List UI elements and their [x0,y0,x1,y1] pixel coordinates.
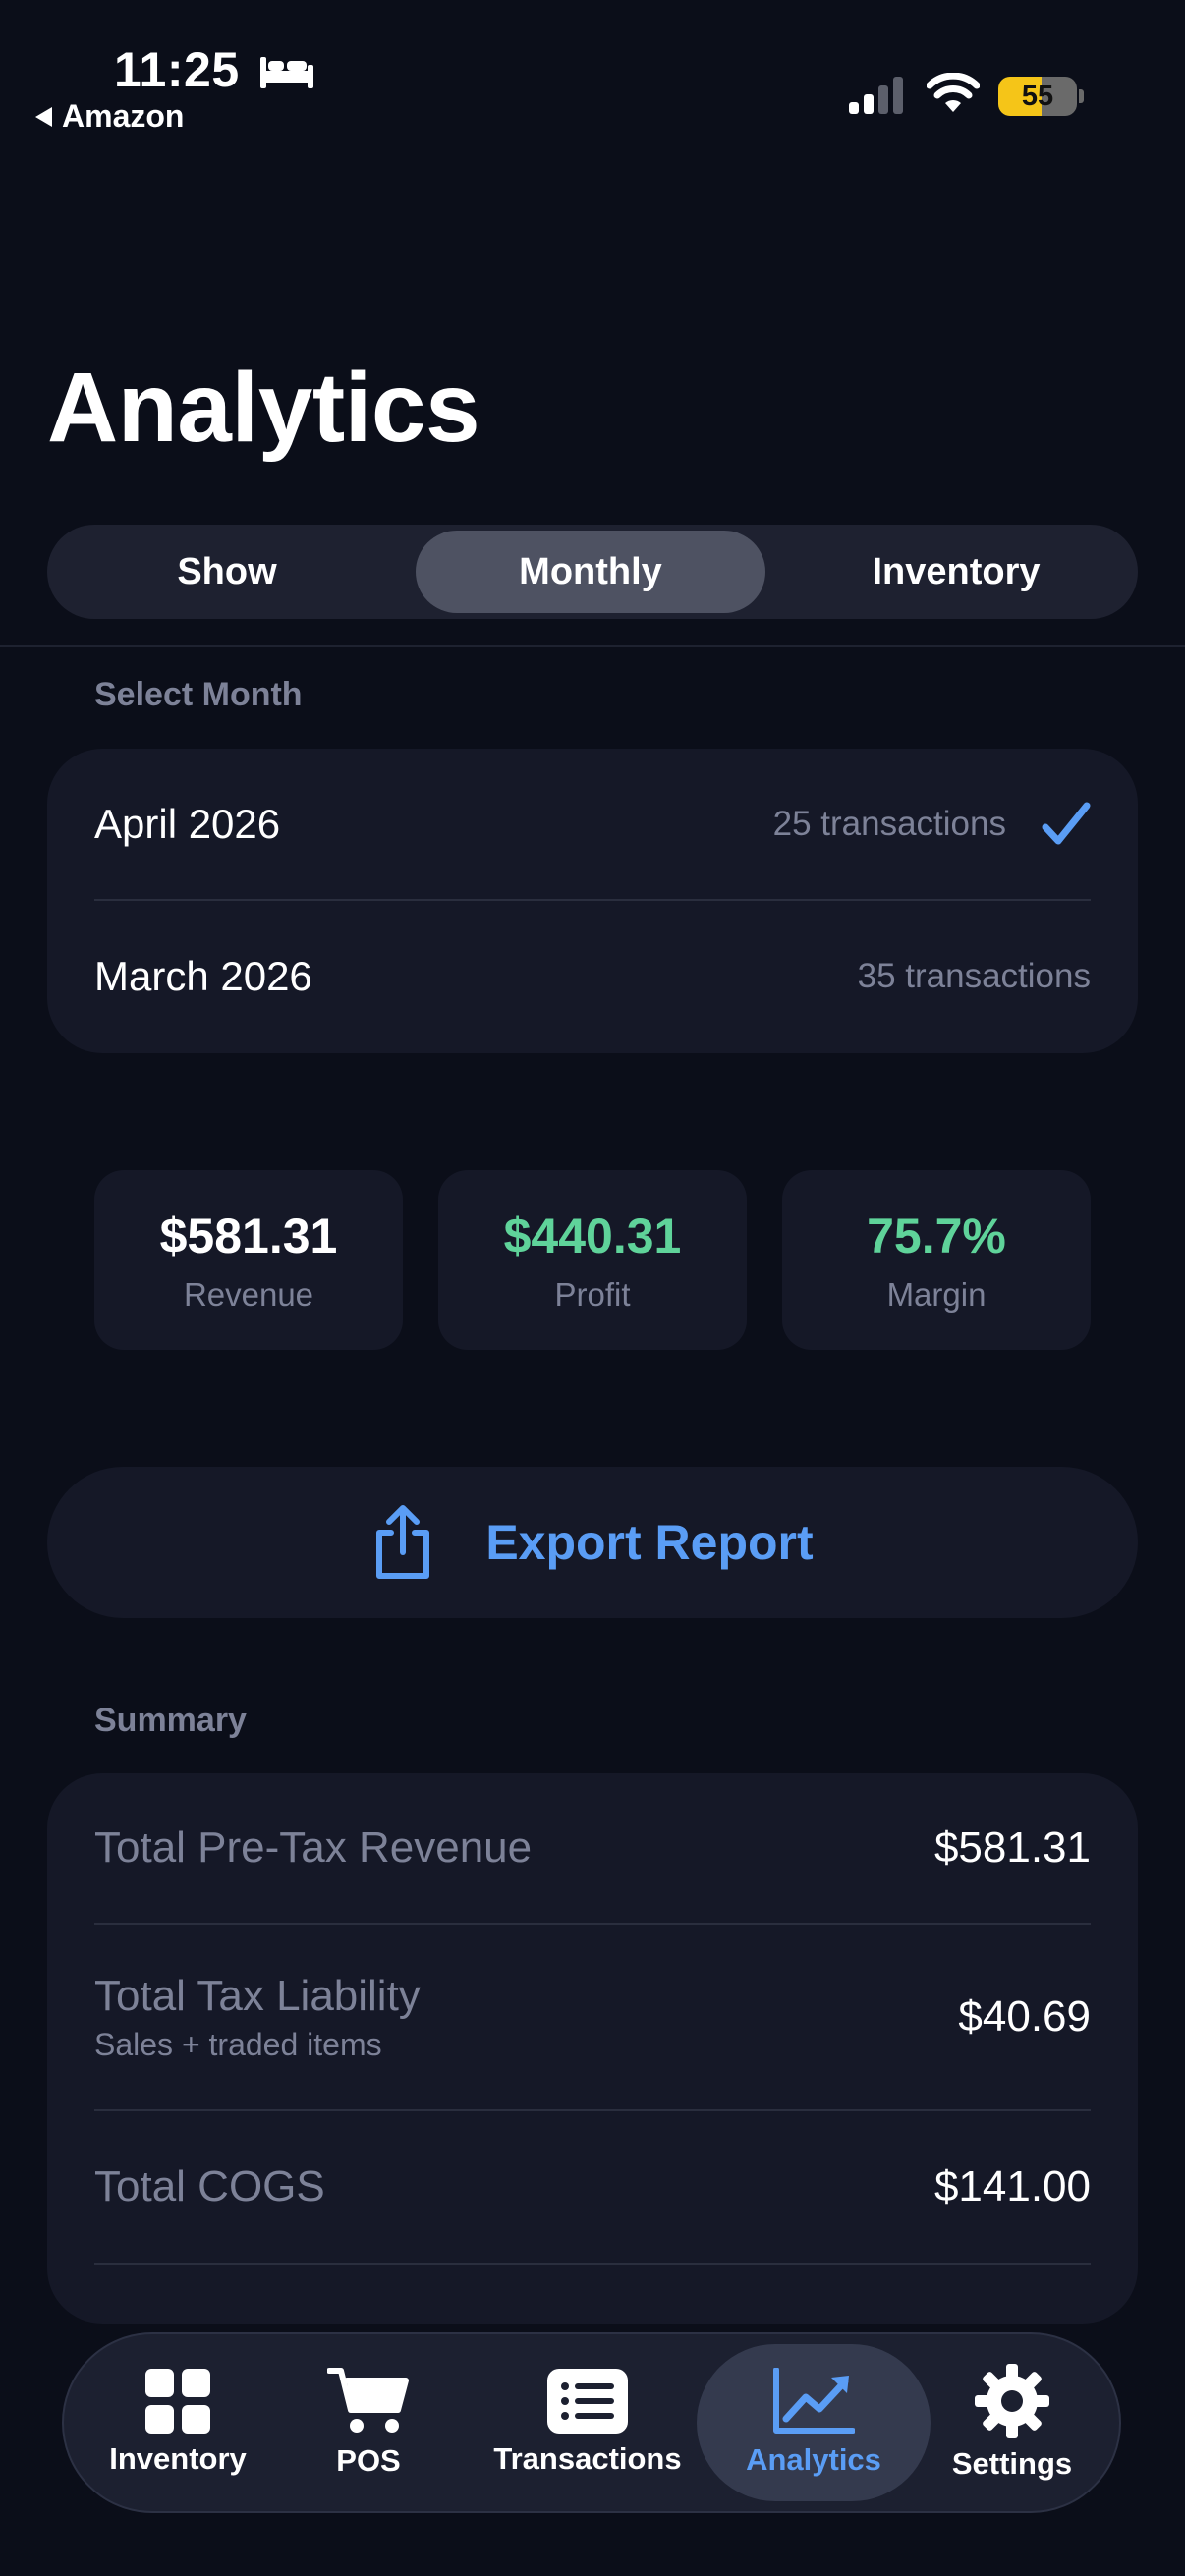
tab-bar: Inventory POS Transactions Analytics Set… [62,2332,1121,2513]
tab-label: POS [336,2443,401,2478]
segment-inventory[interactable]: Inventory [780,531,1132,613]
export-report-button[interactable]: Export Report [47,1467,1138,1618]
stat-value: $440.31 [503,1207,682,1263]
back-arrow-icon [35,106,52,127]
transaction-count: 35 transactions [857,957,1091,995]
select-month-label: Select Month [94,676,303,713]
row-divider [94,2263,1091,2265]
battery-level: 55 [1021,80,1054,112]
cart-icon [327,2368,409,2433]
stat-revenue: $581.31 Revenue [94,1170,403,1350]
summary-row-pretax-revenue: Total Pre-Tax Revenue $581.31 [94,1773,1091,1923]
tab-transactions[interactable]: Transactions [489,2344,686,2501]
tab-label: Inventory [109,2441,247,2476]
summary-row-sublabel: Sales + traded items [94,2026,382,2062]
stat-margin: 75.7% Margin [782,1170,1091,1350]
tab-settings[interactable]: Settings [938,2344,1086,2501]
summary-card: Total Pre-Tax Revenue $581.31 Total Tax … [47,1773,1138,2324]
stat-label: Margin [886,1275,987,1313]
segment-monthly[interactable]: Monthly [416,531,765,613]
chart-icon [773,2368,855,2434]
segment-show[interactable]: Show [53,531,401,613]
summary-row-value: $40.69 [958,1992,1091,2041]
export-label: Export Report [485,1515,814,1570]
month-row-march[interactable]: March 2026 35 transactions [94,901,1091,1052]
wifi-icon [927,73,980,112]
stat-profit: $440.31 Profit [438,1170,747,1350]
header-divider [0,645,1185,647]
summary-row-cogs: Total COGS $141.00 [94,2111,1091,2263]
tab-analytics[interactable]: Analytics [697,2344,931,2501]
summary-row-label: Total Pre-Tax Revenue [94,1823,533,1872]
back-to-app-button[interactable]: Amazon [35,98,184,135]
sleep-focus-icon [260,57,313,88]
grid-icon [145,2369,210,2434]
view-segmented-control: Show Monthly Inventory [47,525,1138,619]
checkmark-icon [1042,802,1091,845]
battery-nub [1079,89,1084,103]
gear-icon [975,2364,1049,2438]
share-icon [376,1505,430,1579]
summary-row-label: Total COGS [94,2162,325,2211]
month-list: April 2026 25 transactions March 2026 35… [47,749,1138,1053]
stat-label: Revenue [183,1275,314,1313]
page-title: Analytics [47,353,480,463]
summary-label: Summary [94,1702,247,1739]
tab-label: Settings [951,2446,1073,2481]
transaction-count: 25 transactions [772,805,1006,843]
summary-row-tax-liability: Total Tax Liability Sales + traded items… [94,1925,1091,2109]
month-name: March 2026 [94,953,312,999]
battery-icon: 55 [998,77,1077,116]
stat-label: Profit [554,1275,631,1313]
tab-label: Analytics [746,2442,881,2477]
tab-pos[interactable]: POS [310,2344,427,2501]
month-row-april[interactable]: April 2026 25 transactions [94,749,1091,900]
tab-label: Transactions [493,2441,682,2476]
month-name: April 2026 [94,801,281,847]
summary-row-value: $581.31 [933,1823,1091,1872]
stat-value: 75.7% [867,1207,1006,1263]
summary-row-label: Total Tax Liability [94,1971,421,2020]
stat-value: $581.31 [159,1207,338,1263]
tab-inventory[interactable]: Inventory [109,2344,247,2501]
cellular-signal-icon [849,77,903,114]
summary-row-value: $141.00 [933,2162,1091,2211]
list-icon [547,2369,628,2434]
status-time: 11:25 [114,42,240,97]
back-app-label: Amazon [62,98,185,134]
